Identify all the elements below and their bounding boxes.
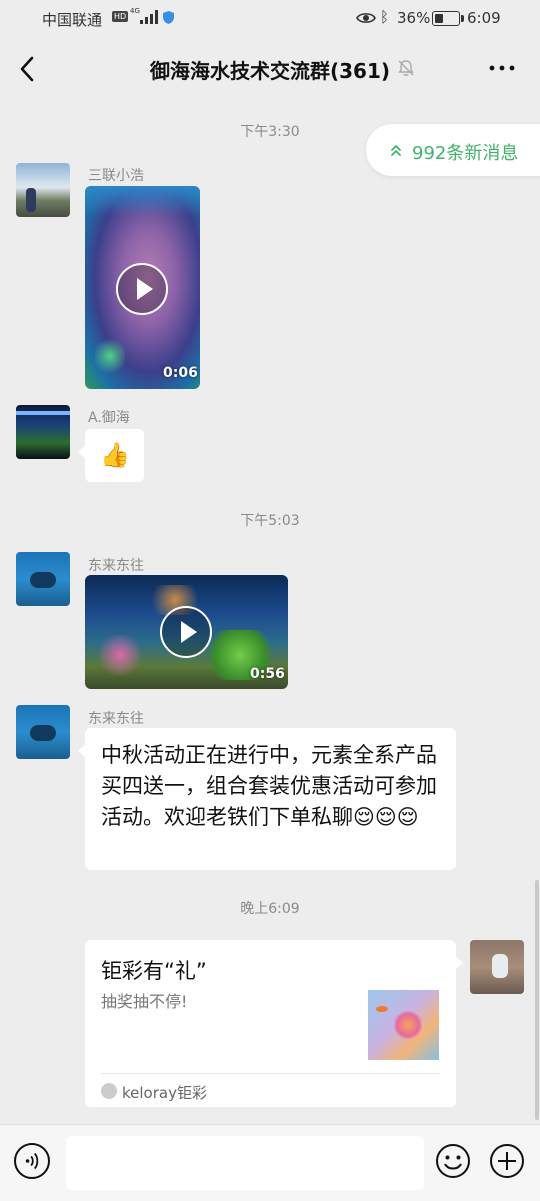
play-icon[interactable] xyxy=(116,263,168,315)
link-card[interactable]: 钜彩有“礼” 抽奖抽不停! keloray钜彩 xyxy=(85,940,463,1107)
emoji-icon[interactable] xyxy=(435,1143,471,1179)
bluetooth-icon: ᛒ xyxy=(380,8,390,26)
input-bar xyxy=(0,1124,540,1201)
video-duration: 0:56 xyxy=(250,666,285,682)
hd-badge: HD xyxy=(112,11,129,22)
scrollbar[interactable] xyxy=(535,880,539,1120)
card-title: 钜彩有“礼” xyxy=(101,959,207,983)
avatar[interactable] xyxy=(16,552,70,606)
more-options-icon[interactable] xyxy=(488,56,516,80)
battery-icon xyxy=(432,11,464,26)
sender-name: 东来东往 xyxy=(88,711,144,727)
sender-name: A.御海 xyxy=(88,410,130,426)
thumbs-up-icon: 👍 xyxy=(100,441,130,469)
avatar[interactable] xyxy=(16,405,70,459)
voice-input-icon[interactable] xyxy=(14,1143,50,1179)
shield-icon xyxy=(163,11,174,24)
more-actions-plus-icon[interactable] xyxy=(489,1143,525,1179)
network-type: 4G xyxy=(130,7,140,15)
video-message[interactable]: 0:56 xyxy=(85,575,288,689)
chat-title[interactable]: 御海海水技术交流群(361) xyxy=(0,55,540,84)
avatar[interactable] xyxy=(16,705,70,759)
avatar[interactable] xyxy=(16,163,70,217)
smirk-emoji-icon: 😌😌😌 xyxy=(353,805,419,829)
new-messages-label: 992条新消息 xyxy=(412,143,519,164)
card-thumbnail xyxy=(368,990,439,1060)
message-text: 中秋活动正在进行中，元素全系产品买四送一，组合套装优惠活动可参加活动。欢迎老铁们… xyxy=(101,743,437,829)
card-description: 抽奖抽不停! xyxy=(101,992,188,1011)
source-logo-icon xyxy=(101,1083,117,1099)
battery-level xyxy=(435,14,443,23)
timestamp: 下午5:03 xyxy=(240,513,300,529)
double-chevron-up-icon xyxy=(391,145,401,156)
card-source: keloray钜彩 xyxy=(122,1084,207,1102)
mute-bell-icon xyxy=(398,60,414,76)
sender-name: 东来东往 xyxy=(88,558,144,574)
sender-name: 三联小浩 xyxy=(88,168,144,184)
sticker-bubble[interactable]: 👍 xyxy=(78,429,144,482)
message-input[interactable] xyxy=(66,1136,424,1190)
text-message-bubble[interactable]: 中秋活动正在进行中，元素全系产品买四送一，组合套装优惠活动可参加活动。欢迎老铁们… xyxy=(78,728,456,870)
status-bar: 中国联通 HD 4G ᛒ 36% 6:09 xyxy=(0,0,540,36)
video-message[interactable]: 0:06 xyxy=(85,186,200,389)
eye-icon xyxy=(356,13,376,23)
chat-header: 御海海水技术交流群(361) xyxy=(0,38,540,100)
card-divider xyxy=(101,1073,440,1074)
status-time: 6:09 xyxy=(467,9,501,27)
my-avatar[interactable] xyxy=(470,940,524,994)
timestamp: 晚上6:09 xyxy=(240,901,300,917)
play-icon[interactable] xyxy=(160,606,212,658)
new-messages-button[interactable]: 992条新消息 xyxy=(366,124,540,176)
battery-percent: 36% xyxy=(397,9,431,27)
video-duration: 0:06 xyxy=(163,365,198,381)
carrier-label: 中国联通 xyxy=(42,11,103,29)
signal-icon xyxy=(140,10,158,24)
